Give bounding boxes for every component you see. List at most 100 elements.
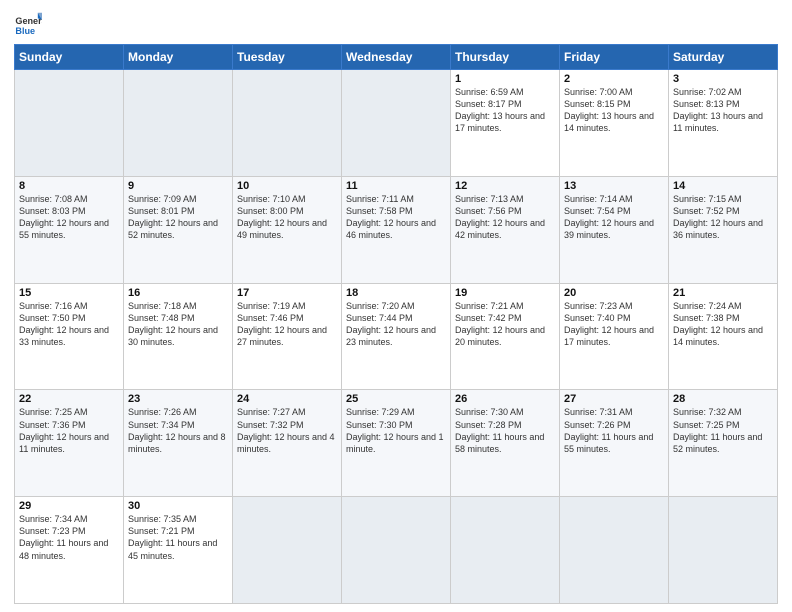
calendar-day-cell: 14Sunrise: 7:15 AM Sunset: 7:52 PM Dayli… xyxy=(669,176,778,283)
calendar-day-cell: 23Sunrise: 7:26 AM Sunset: 7:34 PM Dayli… xyxy=(124,390,233,497)
calendar-day-cell: 2Sunrise: 7:00 AM Sunset: 8:15 PM Daylig… xyxy=(560,70,669,177)
day-number: 10 xyxy=(237,180,337,192)
calendar-week-row: 1Sunrise: 6:59 AM Sunset: 8:17 PM Daylig… xyxy=(15,70,778,177)
day-info: Sunrise: 7:27 AM Sunset: 7:32 PM Dayligh… xyxy=(237,406,337,455)
day-info: Sunrise: 7:21 AM Sunset: 7:42 PM Dayligh… xyxy=(455,300,555,349)
day-info: Sunrise: 7:09 AM Sunset: 8:01 PM Dayligh… xyxy=(128,193,228,242)
day-number: 8 xyxy=(19,180,119,192)
day-info: Sunrise: 7:29 AM Sunset: 7:30 PM Dayligh… xyxy=(346,406,446,455)
calendar-day-cell: 18Sunrise: 7:20 AM Sunset: 7:44 PM Dayli… xyxy=(342,283,451,390)
day-info: Sunrise: 7:15 AM Sunset: 7:52 PM Dayligh… xyxy=(673,193,773,242)
day-info: Sunrise: 7:26 AM Sunset: 7:34 PM Dayligh… xyxy=(128,406,228,455)
svg-text:Blue: Blue xyxy=(15,26,35,36)
calendar-day-cell xyxy=(669,497,778,604)
day-number: 26 xyxy=(455,393,555,405)
day-number: 15 xyxy=(19,287,119,299)
calendar-header-friday: Friday xyxy=(560,45,669,70)
day-info: Sunrise: 7:08 AM Sunset: 8:03 PM Dayligh… xyxy=(19,193,119,242)
day-number: 19 xyxy=(455,287,555,299)
calendar-day-cell: 27Sunrise: 7:31 AM Sunset: 7:26 PM Dayli… xyxy=(560,390,669,497)
day-number: 13 xyxy=(564,180,664,192)
calendar-day-cell: 15Sunrise: 7:16 AM Sunset: 7:50 PM Dayli… xyxy=(15,283,124,390)
day-info: Sunrise: 7:34 AM Sunset: 7:23 PM Dayligh… xyxy=(19,513,119,562)
day-info: Sunrise: 7:23 AM Sunset: 7:40 PM Dayligh… xyxy=(564,300,664,349)
day-info: Sunrise: 7:31 AM Sunset: 7:26 PM Dayligh… xyxy=(564,406,664,455)
calendar-day-cell xyxy=(15,70,124,177)
calendar-day-cell: 10Sunrise: 7:10 AM Sunset: 8:00 PM Dayli… xyxy=(233,176,342,283)
day-number: 2 xyxy=(564,73,664,85)
day-info: Sunrise: 7:18 AM Sunset: 7:48 PM Dayligh… xyxy=(128,300,228,349)
calendar-week-row: 29Sunrise: 7:34 AM Sunset: 7:23 PM Dayli… xyxy=(15,497,778,604)
day-number: 24 xyxy=(237,393,337,405)
day-info: Sunrise: 7:11 AM Sunset: 7:58 PM Dayligh… xyxy=(346,193,446,242)
calendar-day-cell: 29Sunrise: 7:34 AM Sunset: 7:23 PM Dayli… xyxy=(15,497,124,604)
day-number: 1 xyxy=(455,73,555,85)
day-info: Sunrise: 7:10 AM Sunset: 8:00 PM Dayligh… xyxy=(237,193,337,242)
day-info: Sunrise: 7:16 AM Sunset: 7:50 PM Dayligh… xyxy=(19,300,119,349)
calendar-header-saturday: Saturday xyxy=(669,45,778,70)
calendar-day-cell xyxy=(233,497,342,604)
day-info: Sunrise: 7:19 AM Sunset: 7:46 PM Dayligh… xyxy=(237,300,337,349)
day-number: 21 xyxy=(673,287,773,299)
day-info: Sunrise: 7:32 AM Sunset: 7:25 PM Dayligh… xyxy=(673,406,773,455)
calendar-table: SundayMondayTuesdayWednesdayThursdayFrid… xyxy=(14,44,778,604)
calendar-header-monday: Monday xyxy=(124,45,233,70)
day-number: 18 xyxy=(346,287,446,299)
calendar-day-cell: 8Sunrise: 7:08 AM Sunset: 8:03 PM Daylig… xyxy=(15,176,124,283)
day-info: Sunrise: 7:24 AM Sunset: 7:38 PM Dayligh… xyxy=(673,300,773,349)
calendar-day-cell: 20Sunrise: 7:23 AM Sunset: 7:40 PM Dayli… xyxy=(560,283,669,390)
calendar-header-wednesday: Wednesday xyxy=(342,45,451,70)
calendar-day-cell xyxy=(451,497,560,604)
calendar-header-tuesday: Tuesday xyxy=(233,45,342,70)
calendar-day-cell: 1Sunrise: 6:59 AM Sunset: 8:17 PM Daylig… xyxy=(451,70,560,177)
header: General Blue xyxy=(14,10,778,38)
calendar-day-cell xyxy=(342,70,451,177)
day-info: Sunrise: 7:25 AM Sunset: 7:36 PM Dayligh… xyxy=(19,406,119,455)
day-number: 27 xyxy=(564,393,664,405)
day-number: 3 xyxy=(673,73,773,85)
day-number: 20 xyxy=(564,287,664,299)
logo: General Blue xyxy=(14,10,42,38)
calendar-day-cell xyxy=(560,497,669,604)
day-number: 16 xyxy=(128,287,228,299)
day-number: 14 xyxy=(673,180,773,192)
day-info: Sunrise: 7:35 AM Sunset: 7:21 PM Dayligh… xyxy=(128,513,228,562)
day-number: 12 xyxy=(455,180,555,192)
calendar-day-cell: 24Sunrise: 7:27 AM Sunset: 7:32 PM Dayli… xyxy=(233,390,342,497)
calendar-day-cell: 22Sunrise: 7:25 AM Sunset: 7:36 PM Dayli… xyxy=(15,390,124,497)
calendar-week-row: 8Sunrise: 7:08 AM Sunset: 8:03 PM Daylig… xyxy=(15,176,778,283)
day-info: Sunrise: 7:30 AM Sunset: 7:28 PM Dayligh… xyxy=(455,406,555,455)
day-number: 17 xyxy=(237,287,337,299)
calendar-week-row: 22Sunrise: 7:25 AM Sunset: 7:36 PM Dayli… xyxy=(15,390,778,497)
day-number: 30 xyxy=(128,500,228,512)
calendar-day-cell: 16Sunrise: 7:18 AM Sunset: 7:48 PM Dayli… xyxy=(124,283,233,390)
day-number: 29 xyxy=(19,500,119,512)
calendar-header-thursday: Thursday xyxy=(451,45,560,70)
calendar-day-cell xyxy=(233,70,342,177)
day-info: Sunrise: 6:59 AM Sunset: 8:17 PM Dayligh… xyxy=(455,86,555,135)
calendar-day-cell: 25Sunrise: 7:29 AM Sunset: 7:30 PM Dayli… xyxy=(342,390,451,497)
day-number: 23 xyxy=(128,393,228,405)
day-info: Sunrise: 7:14 AM Sunset: 7:54 PM Dayligh… xyxy=(564,193,664,242)
calendar-day-cell xyxy=(124,70,233,177)
calendar-day-cell xyxy=(342,497,451,604)
day-number: 25 xyxy=(346,393,446,405)
calendar-day-cell: 19Sunrise: 7:21 AM Sunset: 7:42 PM Dayli… xyxy=(451,283,560,390)
calendar-day-cell: 12Sunrise: 7:13 AM Sunset: 7:56 PM Dayli… xyxy=(451,176,560,283)
calendar-day-cell: 30Sunrise: 7:35 AM Sunset: 7:21 PM Dayli… xyxy=(124,497,233,604)
calendar-day-cell: 13Sunrise: 7:14 AM Sunset: 7:54 PM Dayli… xyxy=(560,176,669,283)
day-number: 9 xyxy=(128,180,228,192)
calendar-day-cell: 28Sunrise: 7:32 AM Sunset: 7:25 PM Dayli… xyxy=(669,390,778,497)
calendar-day-cell: 17Sunrise: 7:19 AM Sunset: 7:46 PM Dayli… xyxy=(233,283,342,390)
day-number: 11 xyxy=(346,180,446,192)
day-info: Sunrise: 7:00 AM Sunset: 8:15 PM Dayligh… xyxy=(564,86,664,135)
day-info: Sunrise: 7:02 AM Sunset: 8:13 PM Dayligh… xyxy=(673,86,773,135)
generalblue-logo-icon: General Blue xyxy=(14,10,42,38)
day-number: 28 xyxy=(673,393,773,405)
calendar-header-row: SundayMondayTuesdayWednesdayThursdayFrid… xyxy=(15,45,778,70)
calendar-header-sunday: Sunday xyxy=(15,45,124,70)
calendar-day-cell: 21Sunrise: 7:24 AM Sunset: 7:38 PM Dayli… xyxy=(669,283,778,390)
calendar-day-cell: 3Sunrise: 7:02 AM Sunset: 8:13 PM Daylig… xyxy=(669,70,778,177)
day-number: 22 xyxy=(19,393,119,405)
page: General Blue SundayMondayTuesdayWednesda… xyxy=(0,0,792,612)
